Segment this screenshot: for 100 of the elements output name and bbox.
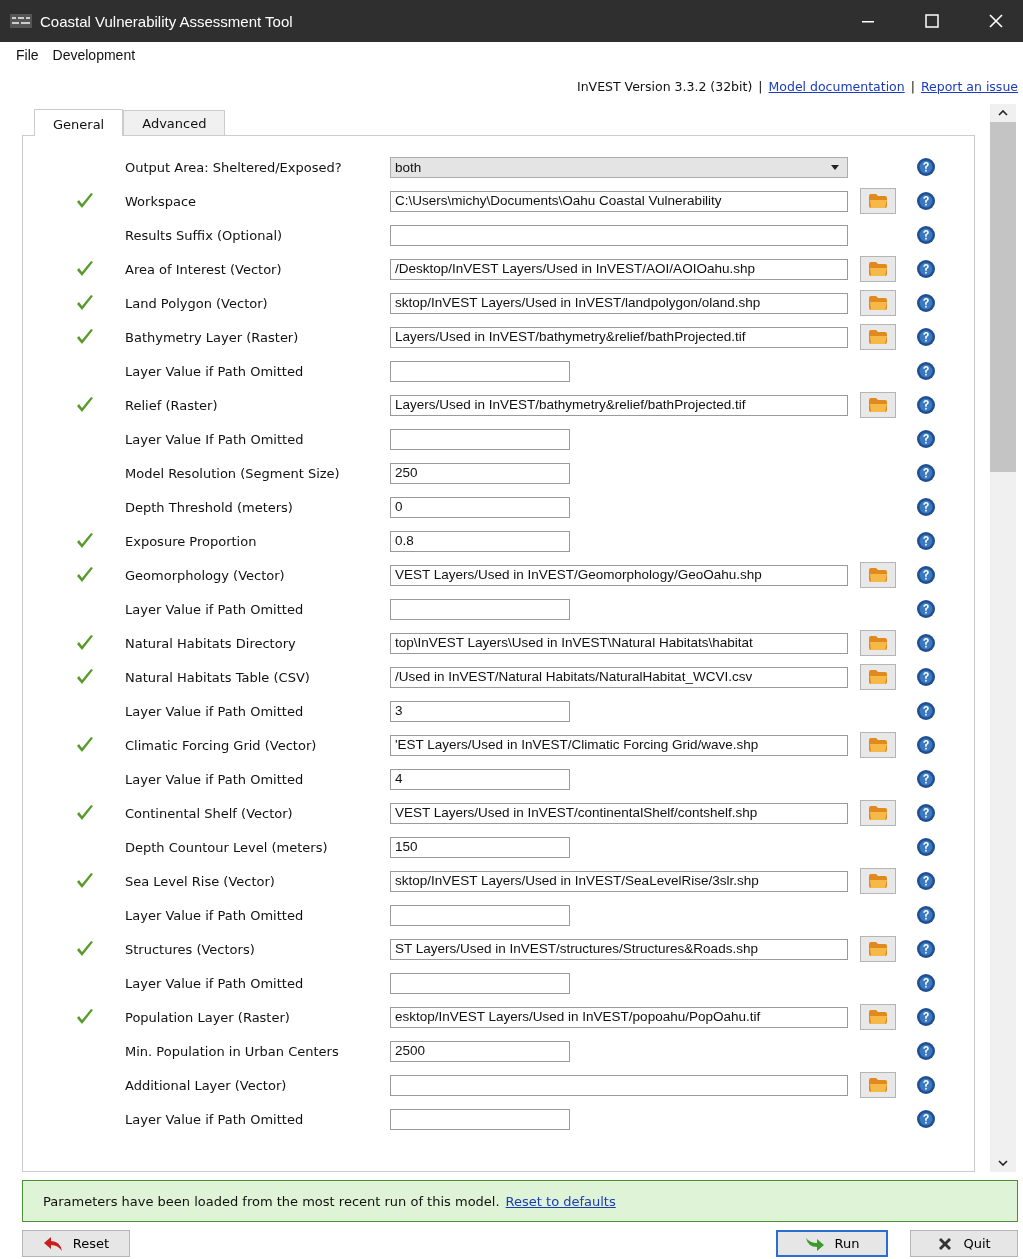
field-label: Layer Value if Path Omitted xyxy=(125,363,305,379)
help-icon[interactable] xyxy=(916,1075,936,1095)
text-field[interactable] xyxy=(390,972,570,994)
menu-item[interactable]: Development xyxy=(52,47,136,63)
help-icon[interactable] xyxy=(916,769,936,789)
menu-item[interactable]: File xyxy=(16,47,39,63)
help-icon[interactable] xyxy=(916,259,936,279)
text-field[interactable]: ST Layers/Used in InVEST/structures/Structures&Roads.shp xyxy=(390,938,848,960)
reset-link[interactable]: Reset to defaults xyxy=(505,1193,616,1209)
help-icon[interactable] xyxy=(916,667,936,687)
help-icon[interactable] xyxy=(916,735,936,755)
help-icon[interactable] xyxy=(916,531,936,551)
field-label: Output Area: Sheltered/Exposed? xyxy=(125,159,343,175)
help-icon[interactable] xyxy=(916,633,936,653)
message-text: Parameters have been loaded from the most recent run of this model. xyxy=(43,1193,500,1209)
text-field[interactable]: 0.8 xyxy=(390,530,570,552)
header-link[interactable]: Report an issue xyxy=(920,78,1018,94)
field-label: Geomorphology (Vector) xyxy=(125,567,286,583)
help-icon[interactable] xyxy=(916,871,936,891)
help-icon[interactable] xyxy=(916,395,936,415)
help-icon[interactable] xyxy=(916,565,936,585)
field-label: Land Polygon (Vector) xyxy=(125,295,269,311)
scroll-up-icon[interactable] xyxy=(998,110,1008,116)
app-icon xyxy=(10,14,32,28)
text-field[interactable]: esktop/InVEST Layers/Used in InVEST/popoahu/PopOahu.tif xyxy=(390,1006,848,1028)
dropdown[interactable]: both xyxy=(390,156,848,178)
text-field[interactable]: 'EST Layers/Used in InVEST/Climatic Forcing Grid/wave.shp xyxy=(390,734,848,756)
text-field[interactable] xyxy=(390,360,570,382)
help-icon[interactable] xyxy=(916,599,936,619)
folder-icon xyxy=(868,805,888,821)
help-icon[interactable] xyxy=(916,497,936,517)
help-icon[interactable] xyxy=(916,1007,936,1027)
tab[interactable]: Advanced xyxy=(123,110,226,135)
help-icon[interactable] xyxy=(916,225,936,245)
text-field[interactable]: VEST Layers/Used in InVEST/continentalShelf/contshelf.shp xyxy=(390,802,848,824)
help-icon[interactable] xyxy=(916,973,936,993)
field-label: Bathymetry Layer (Raster) xyxy=(125,329,300,345)
help-icon[interactable] xyxy=(916,191,936,211)
field-label: Layer Value if Path Omitted xyxy=(125,703,305,719)
text-field[interactable] xyxy=(390,904,570,926)
cross-icon xyxy=(937,1235,954,1252)
help-icon[interactable] xyxy=(916,837,936,857)
text-field[interactable]: 150 xyxy=(390,836,570,858)
scrollbar[interactable] xyxy=(990,104,1016,1172)
field-label: Depth Threshold (meters) xyxy=(125,499,294,515)
field-label: Layer Value If Path Omitted xyxy=(125,431,305,447)
action-button[interactable]: Run xyxy=(776,1230,888,1257)
help-icon[interactable] xyxy=(916,293,936,313)
action-button[interactable]: Reset xyxy=(22,1230,130,1257)
help-icon[interactable] xyxy=(916,1109,936,1129)
maximize-icon[interactable] xyxy=(925,14,939,28)
text-field[interactable]: Layers/Used in InVEST/bathymetry&relief/bathProjected.tif xyxy=(390,394,848,416)
text-field[interactable]: 0 xyxy=(390,496,570,518)
help-icon[interactable] xyxy=(916,429,936,449)
help-icon[interactable] xyxy=(916,905,936,925)
text-field[interactable] xyxy=(390,428,570,450)
text-field[interactable]: /Desktop/InVEST Layers/Used in InVEST/AOI/AOIOahu.shp xyxy=(390,258,848,280)
help-icon[interactable] xyxy=(916,939,936,959)
text-field[interactable]: top\InVEST Layers\Used in InVEST\Natural Habitats\habitat xyxy=(390,632,848,654)
text-field[interactable] xyxy=(390,224,848,246)
text-field[interactable]: 2500 xyxy=(390,1040,570,1062)
close-icon[interactable] xyxy=(989,14,1003,28)
field-label: Structures (Vectors) xyxy=(125,941,256,957)
help-icon[interactable] xyxy=(916,361,936,381)
action-button[interactable]: Quit xyxy=(910,1230,1018,1257)
text-field[interactable]: sktop/InVEST Layers/Used in InVEST/SeaLevelRise/3slr.shp xyxy=(390,870,848,892)
help-icon[interactable] xyxy=(916,463,936,483)
help-icon[interactable] xyxy=(916,701,936,721)
help-icon[interactable] xyxy=(916,157,936,177)
help-icon[interactable] xyxy=(916,327,936,347)
scrollbar-thumb[interactable] xyxy=(990,122,1016,472)
text-field[interactable]: VEST Layers/Used in InVEST/Geomorphology/GeoOahu.shp xyxy=(390,564,848,586)
tab[interactable]: General xyxy=(34,109,124,136)
text-field[interactable]: 250 xyxy=(390,462,570,484)
text-field[interactable]: /Used in InVEST/Natural Habitats/NaturalHabitat_WCVI.csv xyxy=(390,666,848,688)
field-label: Layer Value if Path Omitted xyxy=(125,771,305,787)
text-field[interactable]: 4 xyxy=(390,768,570,790)
folder-icon xyxy=(868,329,888,345)
text-field[interactable] xyxy=(390,1108,570,1130)
text-field[interactable]: Layers/Used in InVEST/bathymetry&relief/bathProjected.tif xyxy=(390,326,848,348)
separator-text: | xyxy=(910,78,915,94)
scroll-down-icon[interactable] xyxy=(998,1160,1008,1166)
text-field[interactable]: C:\Users\michy\Documents\Oahu Coastal Vulnerability xyxy=(390,190,848,212)
text-field[interactable] xyxy=(390,598,570,620)
field-label: Layer Value if Path Omitted xyxy=(125,601,305,617)
field-label: Layer Value if Path Omitted xyxy=(125,907,305,923)
help-icon[interactable] xyxy=(916,1041,936,1061)
arrow-icon xyxy=(804,1235,825,1252)
text-field[interactable]: sktop/InVEST Layers/Used in InVEST/landpolygon/oland.shp xyxy=(390,292,848,314)
field-label: Results Suffix (Optional) xyxy=(125,227,284,243)
text-field[interactable] xyxy=(390,1074,848,1096)
folder-icon xyxy=(868,397,888,413)
text-field[interactable]: 3 xyxy=(390,700,570,722)
folder-icon xyxy=(868,1009,888,1025)
help-icon[interactable] xyxy=(916,803,936,823)
field-label: Climatic Forcing Grid (Vector) xyxy=(125,737,318,753)
field-label: Exposure Proportion xyxy=(125,533,258,549)
header-link[interactable]: Model documentation xyxy=(768,78,905,94)
field-label: Workspace xyxy=(125,193,198,209)
field-label: Depth Countour Level (meters) xyxy=(125,839,329,855)
